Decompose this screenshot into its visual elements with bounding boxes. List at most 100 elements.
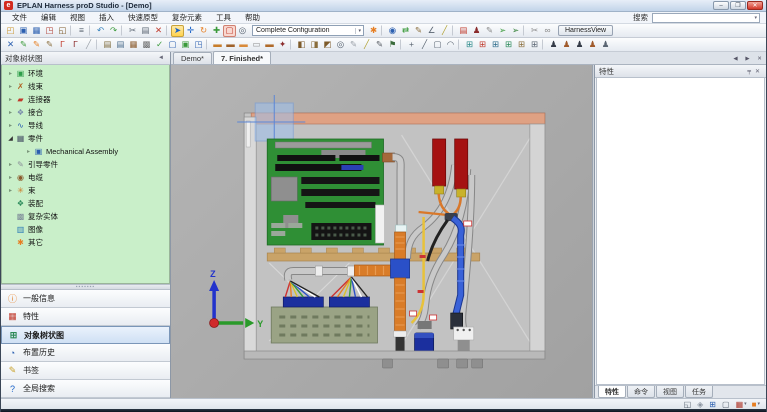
tab-demo[interactable]: Demo* [173,52,212,64]
nav-forward-icon[interactable]: ➢ [509,25,522,37]
flag-red-icon[interactable]: Γ [56,39,69,51]
wire-cut-icon[interactable]: ✂ [528,25,541,37]
save-all-icon[interactable]: ▦ [30,25,43,37]
grid-icon[interactable]: ▩ [140,39,153,51]
tree-item-cables[interactable]: ▸ ◉ 电缆 [2,171,169,184]
tree-expander-icon[interactable]: ▸ [6,83,15,90]
draw-icon[interactable]: ✎ [412,25,425,37]
menu-help[interactable]: 帮助 [238,12,267,23]
close-icon[interactable]: ✕ [753,68,762,75]
page-icon[interactable]: ▢ [166,39,179,51]
harness-3d-model[interactable]: Z Y [171,65,592,398]
lib-left-icon[interactable]: ◧ [295,39,308,51]
tree-item-connectors[interactable]: ▸ ▰ 连接器 [2,93,169,106]
draw-line-icon[interactable]: ╱ [418,39,431,51]
tree-expander-icon[interactable]: ▸ [6,122,15,129]
bundle-dark-icon[interactable]: ▬ [224,39,237,51]
tree-item-images[interactable]: ▥ 图像 [2,223,169,236]
find-part-icon[interactable]: ◉ [386,25,399,37]
tree-expander-icon[interactable]: ▸ [6,70,15,77]
tabs-scroll-right-button[interactable]: ▶ [742,53,753,63]
panel-bookmarks[interactable]: ✎ 书签 [1,362,170,380]
blue-cross-fitting[interactable] [391,259,410,278]
draw-point-icon[interactable]: + [405,39,418,51]
import-icon[interactable]: ◳ [43,25,56,37]
pencil-green-icon[interactable]: ✎ [17,39,30,51]
library-icon[interactable]: ▤ [101,39,114,51]
tree-item-guiding-parts[interactable]: ▸ ✎ 引导零件 [2,158,169,171]
worker-tan-icon[interactable]: ♟ [586,39,599,51]
render-style-icon[interactable]: ▦ ▾ [736,400,747,409]
pen-dark-icon[interactable]: ✎ [373,39,386,51]
select-arrow-icon[interactable]: ➤ [171,25,184,37]
psu-connector-left[interactable] [283,297,323,307]
open-project-icon[interactable]: ◰ [4,25,17,37]
bundle-icon[interactable]: ▬ [211,39,224,51]
worker-brown-icon[interactable]: ♟ [560,39,573,51]
worker-dark-icon[interactable]: ♟ [573,39,586,51]
rtab-commands[interactable]: 命令 [627,386,655,398]
tree-item-others[interactable]: ✱ 其它 [2,236,169,249]
clamp-icon[interactable]: ✦ [276,39,289,51]
menu-file[interactable]: 文件 [5,12,34,23]
pencil-orange-icon[interactable]: ✎ [30,39,43,51]
search-input[interactable] [653,14,752,22]
worker-gray-icon[interactable]: ♟ [599,39,612,51]
export-page-icon[interactable]: ◳ [192,39,205,51]
pan-view-icon[interactable]: ◈ [697,400,704,409]
camera-view-icon[interactable]: ◎ [236,25,249,37]
check-icon[interactable]: ✓ [153,39,166,51]
draw-rect-icon[interactable]: ▢ [431,39,444,51]
tree-item-mechanical-assembly[interactable]: ▸ ▣ Mechanical Assembly [2,145,169,158]
panel-placement-history[interactable]: ◔ 布置历史 [1,344,170,362]
tree-expander-icon[interactable]: ◢ [6,135,15,142]
tree-item-assembly[interactable]: ❖ 装配 [2,197,169,210]
rtab-properties[interactable]: 特性 [598,386,626,398]
table-blue-icon[interactable]: ⊞ [489,39,502,51]
annotate-icon[interactable]: ✎ [483,25,496,37]
psu-connector-right[interactable] [329,297,369,307]
flag-dark-icon[interactable]: Γ [69,39,82,51]
draw-arc-icon[interactable]: ◠ [444,39,457,51]
search-dropdown-icon[interactable]: ▾ [752,15,759,21]
tabs-scroll-left-button[interactable]: ◀ [730,53,741,63]
table-gray-icon[interactable]: ⊞ [528,39,541,51]
pen-gray-icon[interactable]: ✎ [347,39,360,51]
tree-expander-icon[interactable]: ▸ [6,161,15,168]
tree-expander-icon[interactable]: ▸ [24,148,33,155]
restore-button[interactable]: ❐ [730,1,746,10]
menu-tools[interactable]: 工具 [209,12,238,23]
settings-gear-icon[interactable]: ✱ [367,25,380,37]
panel-object-tree[interactable]: ⊞ 对象树状图 [1,326,170,344]
pencil-brown-icon[interactable]: ✎ [43,39,56,51]
tree-item-harness[interactable]: ▸ ✗ 线束 [2,80,169,93]
mark-icon[interactable]: ╱ [438,25,451,37]
measure-icon[interactable]: ∠ [425,25,438,37]
motherboard[interactable] [267,139,384,245]
page-green-icon[interactable]: ▣ [179,39,192,51]
table-teal-icon[interactable]: ⊞ [463,39,476,51]
minimize-button[interactable]: – [713,1,729,10]
pin-icon[interactable]: ┯ [745,68,753,75]
save-icon[interactable]: ▣ [17,25,30,37]
tree-expander-icon[interactable]: ▸ [6,174,15,181]
person-icon[interactable]: ♟ [470,25,483,37]
copy-icon[interactable]: ▤ [139,25,152,37]
flag-green-icon[interactable]: ⚑ [386,39,399,51]
tree-expander-icon[interactable]: ▸ [6,109,15,116]
tab-close-button[interactable]: ✕ [754,53,765,63]
rtab-views[interactable]: 视图 [656,386,684,398]
new-window-icon[interactable]: ▢ [722,400,731,409]
search-lens-icon[interactable]: ◎ [334,39,347,51]
panel-general-info[interactable]: ⓘ 一般信息 [1,290,170,308]
harness-view-button[interactable]: HarnessView [558,25,613,36]
export-icon[interactable]: ◱ [56,25,69,37]
table-brown-icon[interactable]: ⊞ [515,39,528,51]
menu-complex-elements[interactable]: 复杂元素 [165,12,209,23]
menu-edit[interactable]: 编辑 [34,12,63,23]
menu-insert[interactable]: 插入 [92,12,121,23]
lib-corner-icon[interactable]: ◩ [321,39,334,51]
undo-icon[interactable]: ↶ [94,25,107,37]
bundle-light-icon[interactable]: ▬ [237,39,250,51]
tree-item-environment[interactable]: ▸ ▣ 环境 [2,67,169,80]
